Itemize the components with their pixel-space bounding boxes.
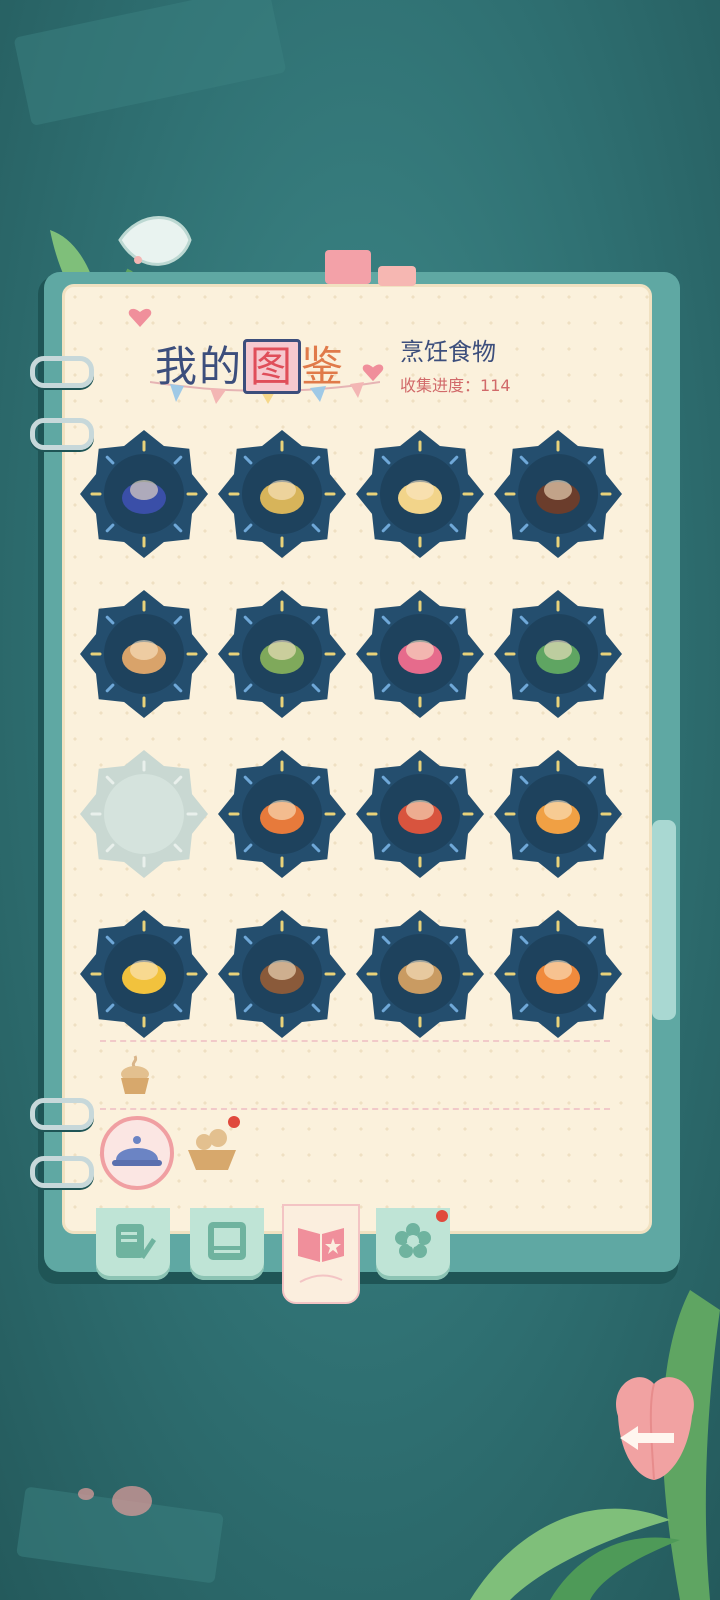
meat-skewer-icon [252,944,312,1004]
herb-skewer-icon [528,624,588,684]
badge-frame-icon [80,750,208,878]
collection-slot[interactable] [218,590,346,718]
binder-ring [30,1156,94,1188]
collection-slot[interactable] [218,430,346,558]
decor-dot [112,1486,152,1516]
cloche-icon [112,1136,162,1166]
collection-slot[interactable] [356,430,484,558]
strawberry-cake-icon [390,624,450,684]
divider [100,1108,610,1110]
back-button[interactable] [598,1366,710,1486]
cloche-tab-button[interactable] [100,1116,174,1190]
bear-donut-icon [528,464,588,524]
decor-dot [78,1488,94,1500]
background-paper [13,0,287,127]
collection-slot[interactable] [356,910,484,1038]
collection-slot[interactable] [80,910,208,1038]
progress-label: 收集进度： [400,376,481,395]
collection-slot[interactable] [494,430,622,558]
progress-value: 114 [480,376,511,395]
ship-cake-icon [114,624,174,684]
collection-slot[interactable] [494,750,622,878]
bookmark-tab [652,820,676,1020]
collection-slot[interactable] [494,910,622,1038]
red-biscuits-icon [390,784,450,844]
collection-slot[interactable] [494,590,622,718]
bread-basket-icon [188,1129,236,1170]
collection-slot[interactable] [218,910,346,1038]
collection-slot[interactable] [356,590,484,718]
heart-icon [128,308,152,327]
collection-grid [80,430,640,1070]
cheese-wedge-icon [252,464,312,524]
title-text: 鉴 [301,342,346,391]
cheese-chips-icon [114,944,174,1004]
book-star-icon [298,1228,344,1283]
jam-jar-icon [528,944,588,1004]
collection-slot-empty[interactable] [80,750,208,878]
notes-icon [116,1224,156,1259]
soup-bowl-icon [390,944,450,1004]
cupcake-icon[interactable] [112,1052,158,1098]
collection-slot[interactable] [80,590,208,718]
title-highlight: 图 [243,339,302,394]
binder-ring [30,1098,94,1130]
divider [100,1040,610,1042]
bookmark-tab [325,250,371,284]
tab-photos[interactable] [190,1208,264,1280]
notification-dot [228,1116,240,1128]
collection-slot[interactable] [80,430,208,558]
tab-notes[interactable] [96,1208,170,1280]
pumpkin-icon [528,784,588,844]
tulip-back-arrow-icon [616,1377,694,1481]
collection-slot[interactable] [356,750,484,878]
collection-slot[interactable] [218,750,346,878]
collection-progress: 收集进度：114 [400,372,511,396]
basket-tab-button[interactable] [182,1122,242,1178]
orange-cookies-icon [252,784,312,844]
bookmark-tab [378,266,416,286]
title-text: 我的 [155,342,244,391]
photo-album-icon [208,1222,246,1260]
notification-dot [436,1210,448,1222]
binder-ring [30,356,94,388]
forest-pie-icon [252,624,312,684]
music-toast-icon [390,464,450,524]
page-title: 我的图鉴 [155,333,345,394]
dessert-swirl-icon [114,464,174,524]
category-label: 烹饪食物 [400,338,496,366]
tab-encyclopedia[interactable] [282,1204,360,1304]
